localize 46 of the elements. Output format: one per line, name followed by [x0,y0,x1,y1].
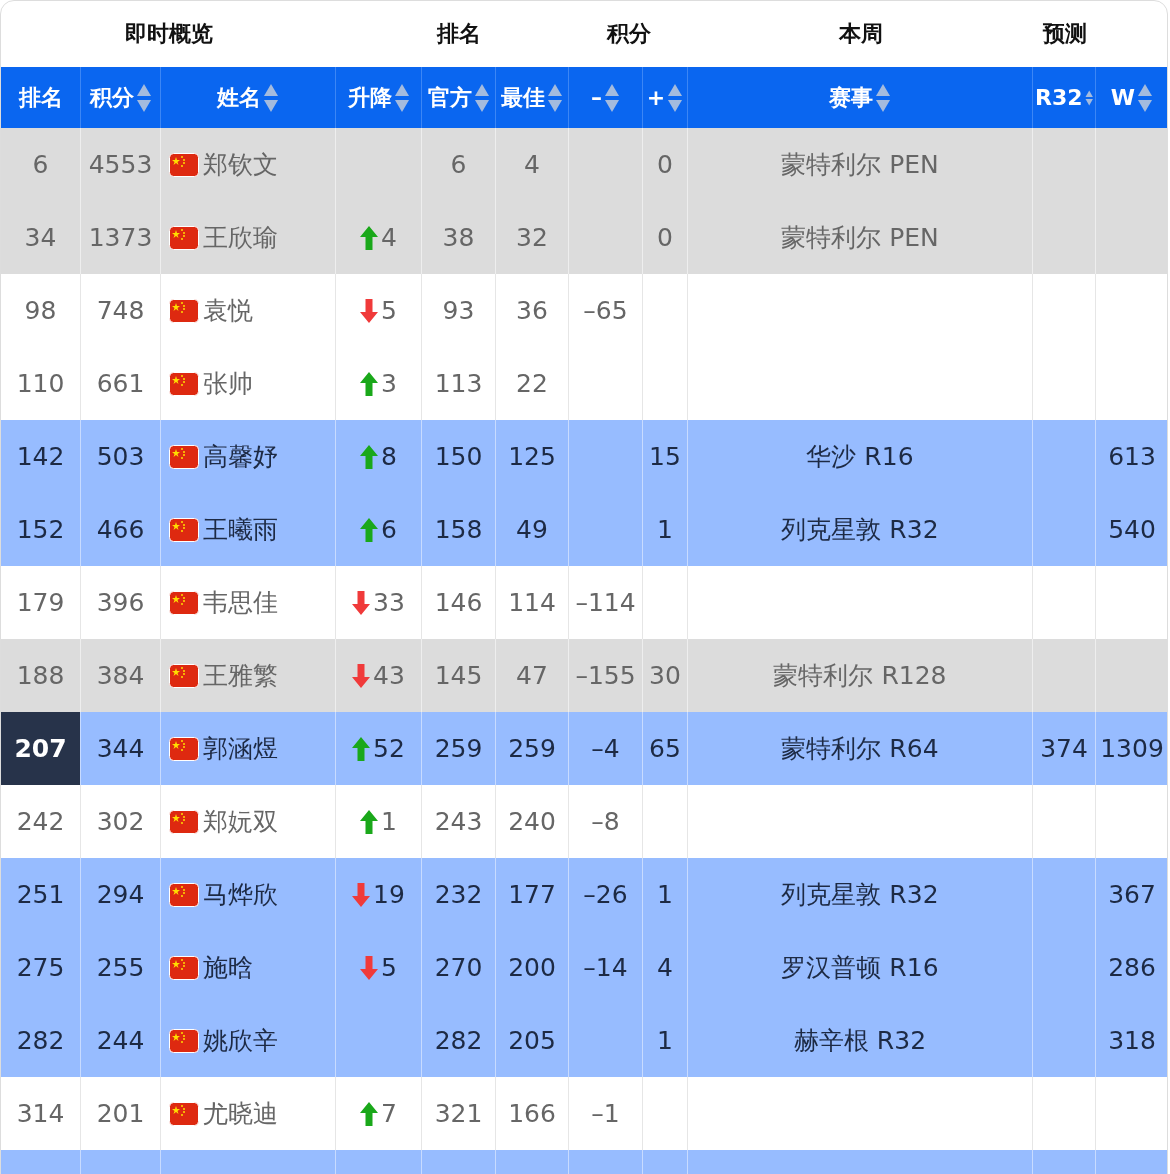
player-name: 王欣瑜 [203,222,278,254]
group-header: 排名 [435,20,482,48]
group-header: 积分 [605,20,652,48]
rank-change: 19 [373,880,405,909]
player-name: 马烨欣 [203,879,278,911]
group-header: 本周 [837,20,884,48]
player-name: 施晗 [203,952,253,984]
player-name: 姚欣辛 [203,1025,278,1057]
flag-icon [169,371,199,396]
flag-icon [169,225,199,250]
player-name: 张帅 [203,368,253,400]
table-cell: 207 [1,712,81,785]
flag-icon [169,882,199,907]
flag-icon [169,809,199,834]
rank-change: 1 [381,807,397,836]
rank-change: 5 [381,953,397,982]
rank-change: 52 [373,734,405,763]
player-name: 高馨妤 [203,441,278,473]
flag-icon [169,590,199,615]
flag-icon [169,1028,199,1053]
rank-change: 33 [373,588,405,617]
flag-icon [169,152,199,177]
flag-icon [169,444,199,469]
flag-icon [169,663,199,688]
player-name: 郑钦文 [203,149,278,181]
rank-change: 43 [373,661,405,690]
player-name: 王曦雨 [203,514,278,546]
flag-icon [169,298,199,323]
player-name: 王雅繁 [203,660,278,692]
rank-change: 3 [381,369,397,398]
rank-change: 5 [381,296,397,325]
player-name: 郭涵煜 [203,733,278,765]
flag-icon [169,517,199,542]
rank-change: 7 [381,1099,397,1128]
rank-change: 6 [381,515,397,544]
player-name: 韦思佳 [203,587,278,619]
flag-icon [169,736,199,761]
player-name: 尤晓迪 [203,1098,278,1130]
flag-icon [169,1101,199,1126]
player-name: 袁悦 [203,295,253,327]
player-name: 郑妧双 [203,806,278,838]
group-header: 即时概览 [123,20,214,48]
rank-change: 4 [381,223,397,252]
group-header: 预测 [1041,20,1088,48]
rank-change: 8 [381,442,397,471]
flag-icon [169,955,199,980]
